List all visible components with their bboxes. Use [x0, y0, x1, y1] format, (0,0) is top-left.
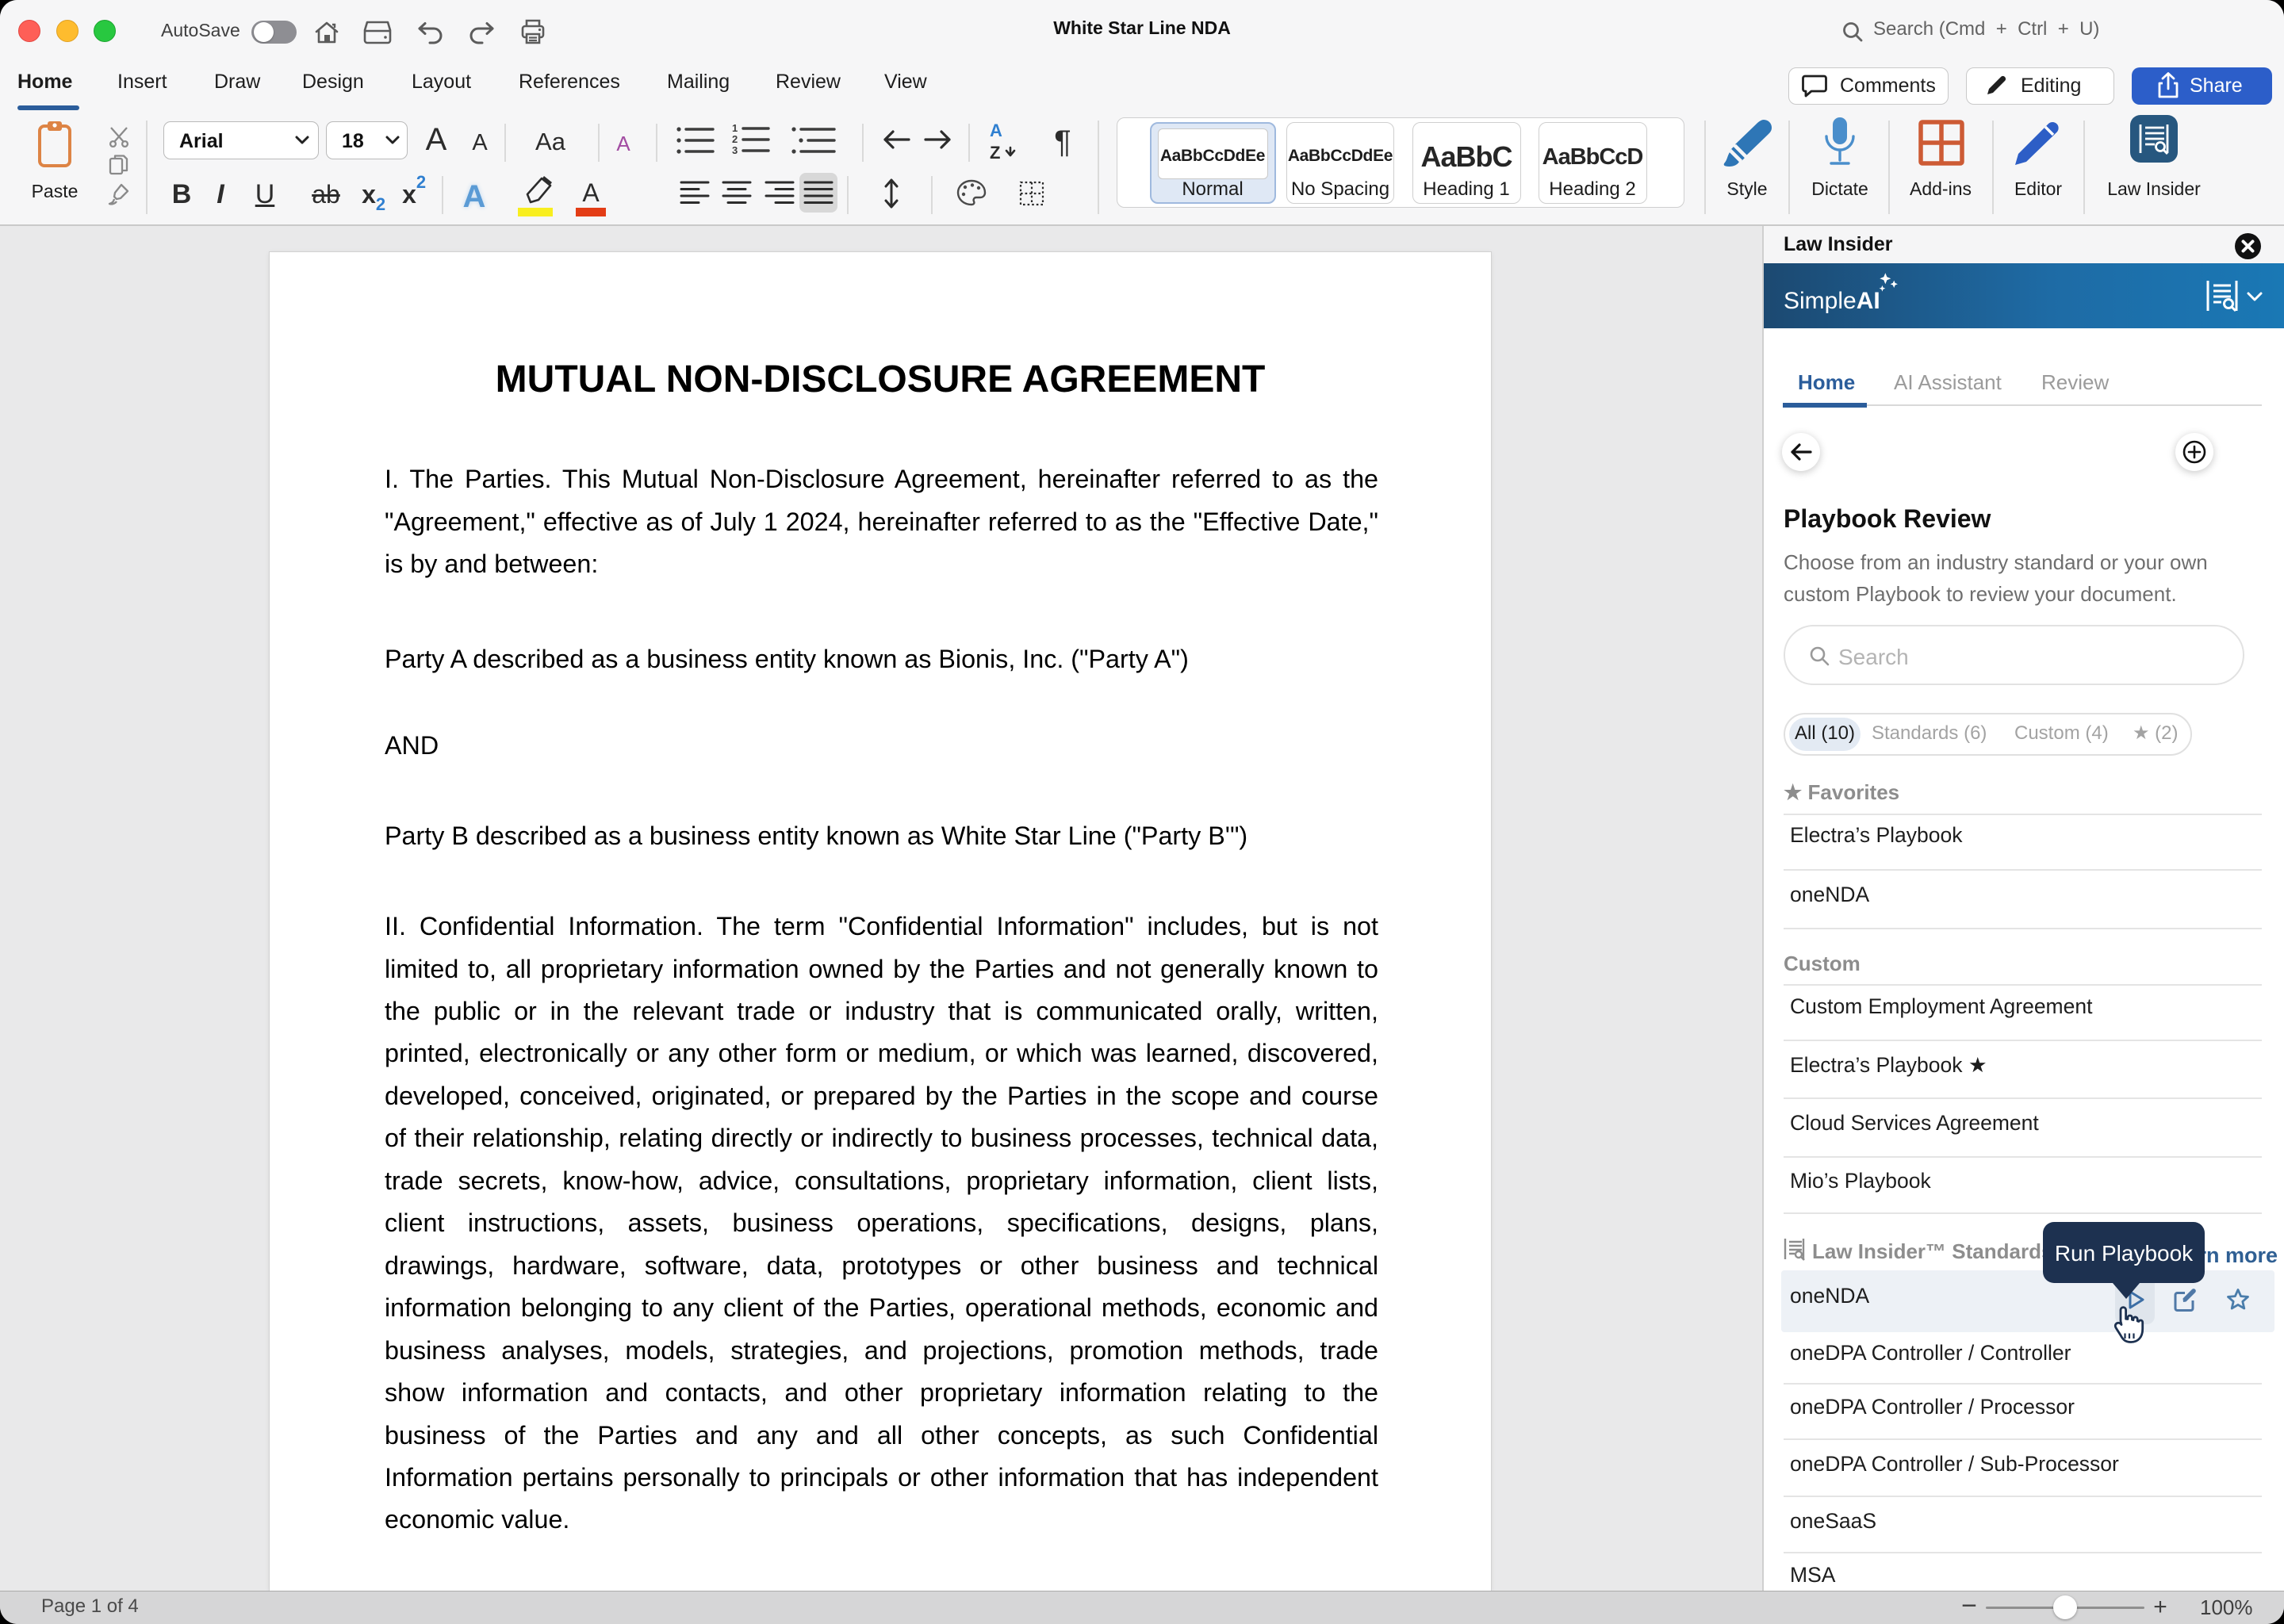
svg-text:Z: Z [990, 143, 1000, 163]
svg-text:A: A [990, 121, 1002, 140]
svg-text:1: 1 [732, 122, 738, 134]
svg-text:2: 2 [732, 133, 738, 145]
svg-text:3: 3 [732, 144, 738, 156]
